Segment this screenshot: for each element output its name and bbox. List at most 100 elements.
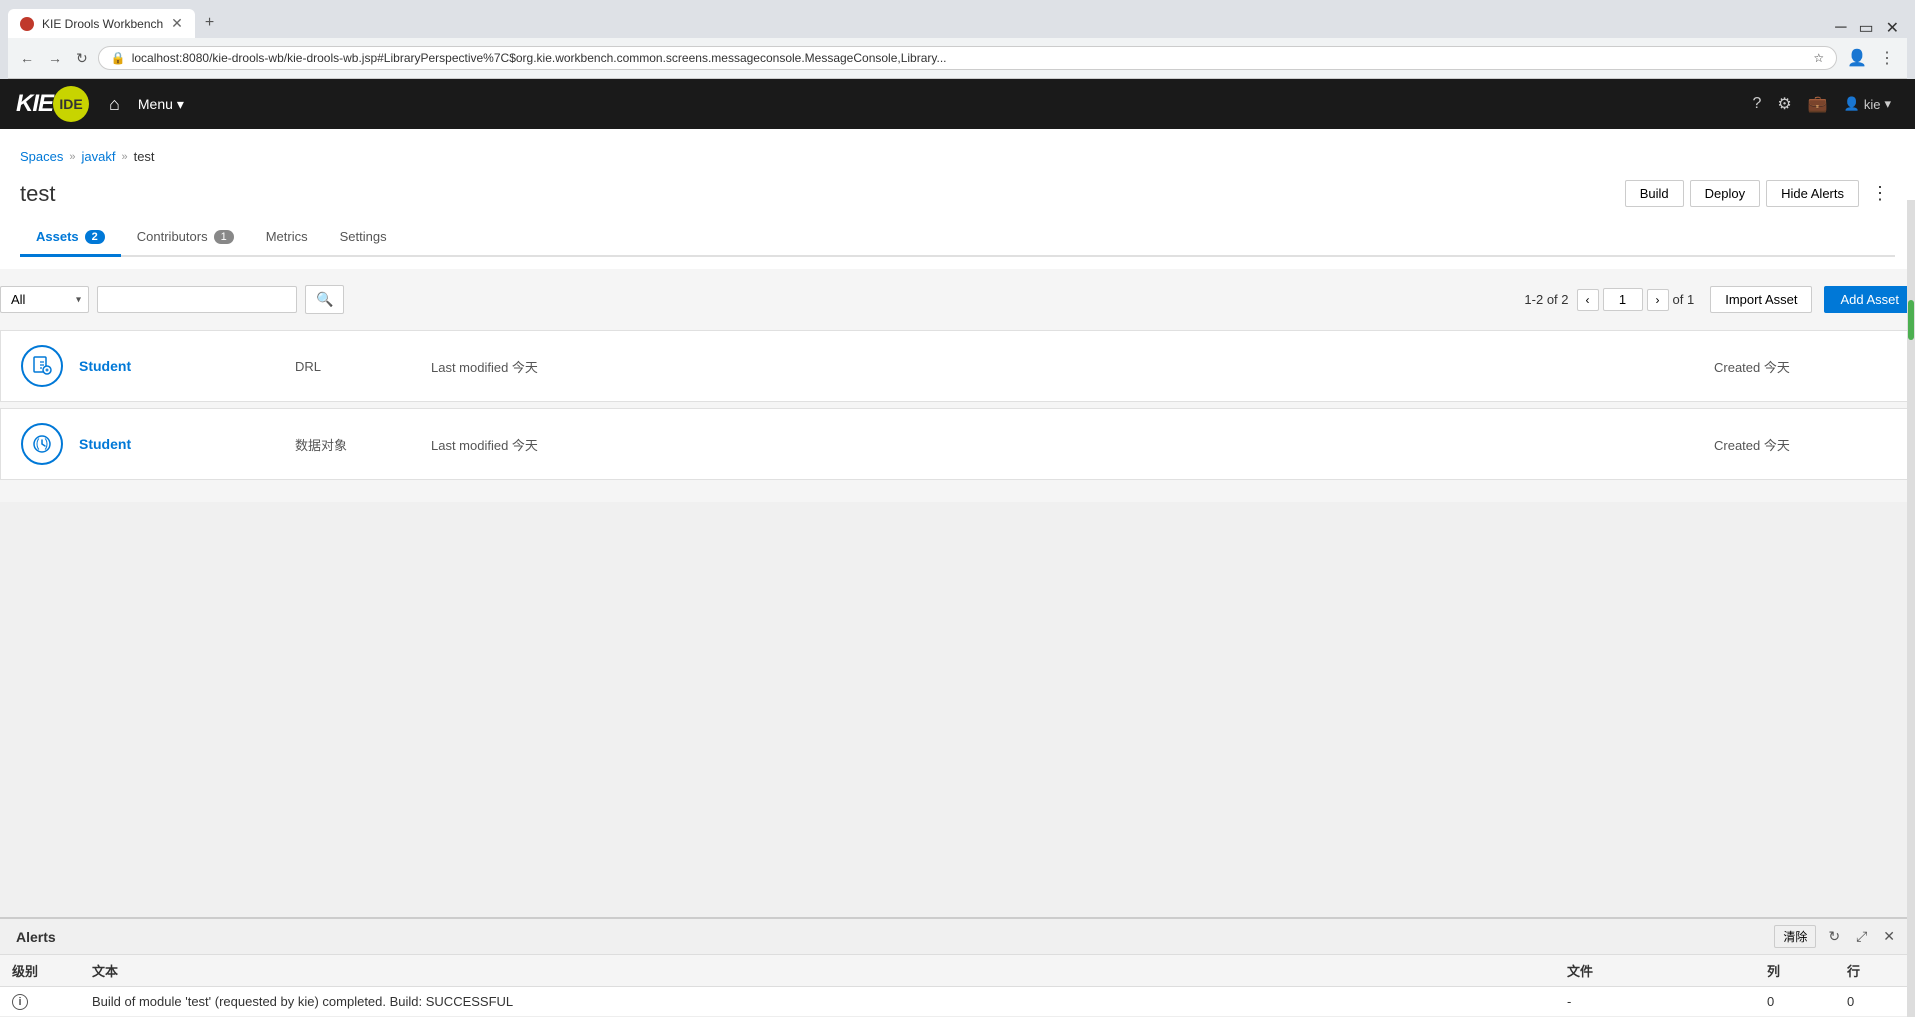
- alerts-title: Alerts: [16, 929, 1766, 945]
- asset-name[interactable]: Student: [79, 436, 279, 452]
- menu-button[interactable]: Menu ▾: [130, 92, 192, 117]
- browser-menu-button[interactable]: ⋮: [1875, 44, 1899, 72]
- asset-icon-drl: [21, 345, 63, 387]
- right-scrollbar[interactable]: [1907, 200, 1915, 1017]
- kebab-button[interactable]: ⋮: [1865, 181, 1895, 206]
- info-icon: i: [12, 994, 28, 1010]
- table-row[interactable]: Student 数据对象 Last modified 今天 Created 今天: [0, 408, 1915, 480]
- of-label: of 1: [1673, 292, 1695, 307]
- asset-created: Created 今天: [1714, 357, 1894, 376]
- browser-tab[interactable]: KIE Drools Workbench ✕: [8, 9, 195, 38]
- hide-alerts-button[interactable]: Hide Alerts: [1766, 180, 1859, 207]
- header-actions: Build Deploy Hide Alerts ⋮: [1625, 180, 1895, 207]
- alerts-refresh-button[interactable]: ↻: [1824, 926, 1844, 947]
- maximize-btn[interactable]: ▭: [1858, 18, 1873, 38]
- breadcrumb-sep2: »: [121, 151, 127, 163]
- tab-settings-label: Settings: [340, 229, 387, 244]
- kie-logo: KIE IDE: [16, 86, 89, 122]
- asset-list: Student DRL Last modified 今天 Created 今天 …: [0, 330, 1915, 480]
- user-arrow-icon: ▾: [1884, 96, 1891, 112]
- page-title: test: [20, 181, 1625, 207]
- user-button[interactable]: 👤 kie ▾: [1836, 92, 1899, 116]
- filter-select-wrap: All DRL 数据对象 ▾: [0, 286, 89, 313]
- tab-assets[interactable]: Assets 2: [20, 219, 121, 257]
- pagination-range: 1-2 of 2: [1524, 292, 1568, 307]
- alerts-clear-button[interactable]: 清除: [1774, 925, 1816, 948]
- star-icon[interactable]: ☆: [1813, 51, 1824, 65]
- tab-assets-label: Assets: [36, 229, 79, 244]
- tab-settings[interactable]: Settings: [324, 219, 403, 257]
- minimize-btn[interactable]: ─: [1835, 19, 1846, 37]
- reload-button[interactable]: ↻: [72, 46, 92, 71]
- user-icon: 👤: [1844, 96, 1860, 112]
- browser-tabs: KIE Drools Workbench ✕ + ─ ▭ ✕: [8, 8, 1907, 38]
- menu-label: Menu: [138, 96, 173, 112]
- type-filter-select[interactable]: All DRL 数据对象: [0, 286, 89, 313]
- alerts-table-header: 级别 文本 文件 列 行: [0, 955, 1915, 987]
- user-name: kie: [1864, 97, 1881, 112]
- ide-badge: IDE: [53, 86, 89, 122]
- tab-assets-badge: 2: [85, 230, 105, 244]
- page-number-input[interactable]: [1603, 288, 1643, 311]
- breadcrumb-spaces[interactable]: Spaces: [20, 149, 63, 164]
- close-btn[interactable]: ✕: [1886, 18, 1899, 38]
- tab-close-btn[interactable]: ✕: [171, 15, 183, 32]
- tab-contributors-badge: 1: [214, 230, 234, 244]
- menu-arrow-icon: ▾: [177, 96, 184, 113]
- asset-type: 数据对象: [295, 435, 415, 454]
- admin-button[interactable]: 💼: [1800, 88, 1836, 120]
- search-button[interactable]: 🔍: [305, 285, 344, 314]
- alert-row-cell: 0: [1835, 987, 1915, 1017]
- help-button[interactable]: ?: [1744, 89, 1769, 119]
- alerts-expand-button[interactable]: ⤢: [1852, 926, 1871, 947]
- deploy-button[interactable]: Deploy: [1690, 180, 1760, 207]
- main-content: Spaces » javakf » test test Build Deploy…: [0, 129, 1915, 269]
- build-button[interactable]: Build: [1625, 180, 1684, 207]
- tab-favicon: [20, 17, 34, 31]
- new-tab-button[interactable]: +: [197, 8, 222, 38]
- page-header: test Build Deploy Hide Alerts ⋮: [20, 172, 1895, 219]
- alerts-close-button[interactable]: ✕: [1879, 926, 1899, 947]
- breadcrumb-javakf[interactable]: javakf: [82, 149, 116, 164]
- settings-button[interactable]: ⚙: [1769, 88, 1799, 120]
- alerts-panel: Alerts 清除 ↻ ⤢ ✕ 级别 文本 文件 列 行 i Build of …: [0, 917, 1915, 1017]
- tab-metrics-label: Metrics: [266, 229, 308, 244]
- import-asset-button[interactable]: Import Asset: [1710, 286, 1812, 313]
- account-button[interactable]: 👤: [1843, 44, 1871, 72]
- tab-contributors-label: Contributors: [137, 229, 208, 244]
- breadcrumb-sep1: »: [69, 151, 75, 163]
- tab-contributors[interactable]: Contributors 1: [121, 219, 250, 257]
- back-button[interactable]: ←: [16, 46, 38, 70]
- home-button[interactable]: ⌂: [99, 94, 130, 115]
- alert-level-cell: i: [0, 987, 80, 1017]
- tabs: Assets 2 Contributors 1 Metrics Settings: [20, 219, 1895, 257]
- address-bar[interactable]: 🔒 localhost:8080/kie-drools-wb/kie-drool…: [98, 46, 1837, 70]
- forward-button[interactable]: →: [44, 46, 66, 70]
- alert-file-cell: -: [1555, 987, 1755, 1017]
- next-page-button[interactable]: ›: [1647, 289, 1669, 311]
- lock-icon: 🔒: [111, 51, 126, 65]
- col-text-header: 文本: [80, 955, 1555, 987]
- breadcrumb-test: test: [134, 149, 155, 164]
- prev-page-button[interactable]: ‹: [1577, 289, 1599, 311]
- kie-text: KIE: [16, 90, 53, 118]
- asset-modified: Last modified 今天: [431, 435, 1698, 454]
- alerts-table: 级别 文本 文件 列 行 i Build of module 'test' (r…: [0, 955, 1915, 1017]
- search-input[interactable]: [97, 286, 297, 313]
- asset-name[interactable]: Student: [79, 358, 279, 374]
- add-asset-button[interactable]: Add Asset: [1824, 286, 1915, 313]
- tab-metrics[interactable]: Metrics: [250, 219, 324, 257]
- list-item[interactable]: i Build of module 'test' (requested by k…: [0, 987, 1915, 1017]
- col-row-header: 行: [1835, 955, 1915, 987]
- alerts-header: Alerts 清除 ↻ ⤢ ✕: [0, 919, 1915, 955]
- app-header: KIE IDE ⌂ Menu ▾ ? ⚙ 💼 👤 kie ▾: [0, 79, 1915, 129]
- col-level-header: 级别: [0, 955, 80, 987]
- browser-controls: ← → ↻ 🔒 localhost:8080/kie-drools-wb/kie…: [8, 38, 1907, 79]
- alert-col-cell: 0: [1755, 987, 1835, 1017]
- table-row[interactable]: Student DRL Last modified 今天 Created 今天: [0, 330, 1915, 402]
- url-text: localhost:8080/kie-drools-wb/kie-drools-…: [132, 51, 1808, 65]
- asset-icon-data-object: [21, 423, 63, 465]
- asset-modified: Last modified 今天: [431, 357, 1698, 376]
- filter-bar: All DRL 数据对象 ▾ 🔍 1-2 of 2 ‹ › of 1 Impor…: [0, 285, 1915, 314]
- browser-chrome: KIE Drools Workbench ✕ + ─ ▭ ✕ ← → ↻ 🔒 l…: [0, 0, 1915, 79]
